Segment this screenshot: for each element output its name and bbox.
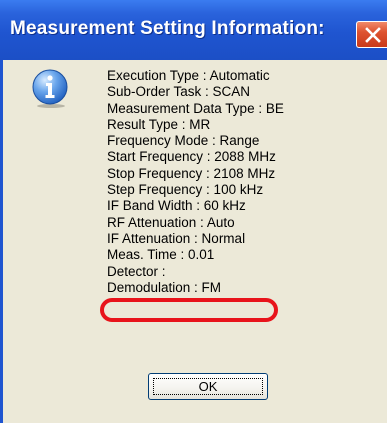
message-dialog: Measurement Setting Information: Executi… — [0, 0, 387, 423]
info-text-list: Execution Type : Automatic Sub-Order Tas… — [107, 68, 284, 296]
info-line-demodulation: Demodulation : FM — [107, 279, 222, 295]
info-line-meas-time: Meas. Time : 0.01 — [107, 247, 215, 263]
info-line-result-type: Result Type : MR — [107, 116, 211, 132]
info-line-step-frequency: Step Frequency : 100 kHz — [107, 182, 264, 198]
title-bar[interactable]: Measurement Setting Information: — [0, 0, 387, 60]
info-line-if-attenuation: IF Attenuation : Normal — [107, 230, 246, 246]
close-icon — [365, 27, 381, 43]
info-icon — [32, 69, 68, 108]
info-line-execution-type: Execution Type : Automatic — [107, 68, 270, 83]
info-line-measurement-data-type: Measurement Data Type : BE — [107, 100, 284, 116]
info-line-detector: Detector : — [107, 263, 166, 279]
focus-rectangle — [153, 378, 263, 395]
info-line-start-frequency: Start Frequency : 2088 MHz — [107, 149, 276, 165]
dialog-body: Execution Type : Automatic Sub-Order Tas… — [0, 60, 387, 423]
detector-highlight-annotation — [100, 298, 278, 322]
info-line-if-band-width: IF Band Width : 60 kHz — [107, 198, 246, 214]
close-button[interactable] — [356, 21, 387, 48]
window-title: Measurement Setting Information: — [10, 18, 325, 39]
info-line-rf-attenuation: RF Attenuation : Auto — [107, 214, 235, 230]
info-line-stop-frequency: Stop Frequency : 2108 MHz — [107, 165, 276, 181]
info-line-sub-order-task: Sub-Order Task : SCAN — [107, 84, 251, 100]
ok-button[interactable]: OK — [148, 373, 268, 400]
info-line-frequency-mode: Frequency Mode : Range — [107, 133, 260, 149]
